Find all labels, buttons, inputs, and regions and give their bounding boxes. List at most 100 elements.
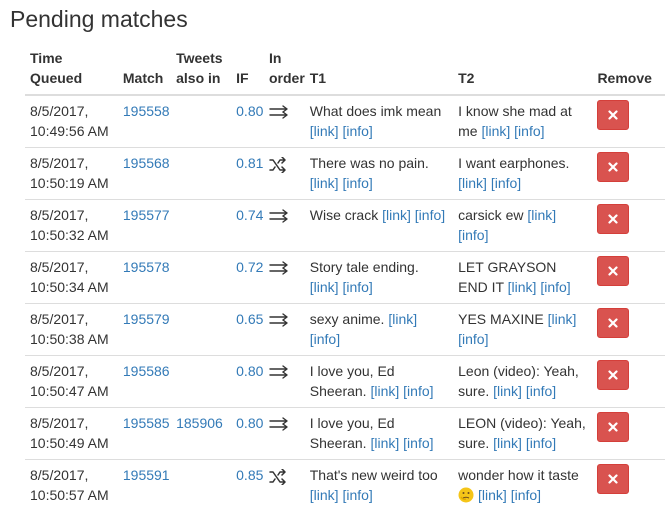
t2-info-link[interactable]: [info] [458, 227, 488, 243]
time-queued-cell: 8/5/2017, 10:50:49 AM [25, 407, 118, 460]
t2-text: wonder how it taste [458, 467, 579, 483]
match-link[interactable]: 195585 [123, 415, 170, 431]
order-icon [269, 469, 300, 485]
match-link[interactable]: 195577 [123, 207, 170, 223]
t2-cell: carsick ew [link] [info] [453, 199, 593, 252]
if-value-link[interactable]: 0.74 [236, 207, 263, 223]
t1-link[interactable]: [link] [370, 383, 399, 399]
t1-info-link[interactable]: [info] [342, 279, 372, 295]
t2-link[interactable]: [link] [478, 487, 507, 503]
remove-button[interactable] [597, 360, 630, 390]
match-link[interactable]: 195591 [123, 467, 170, 483]
t2-link[interactable]: [link] [508, 279, 537, 295]
order-icon [269, 313, 300, 327]
queued-date: 8/5/2017, [30, 311, 89, 327]
if-value-link[interactable]: 0.85 [236, 467, 263, 483]
t1-link[interactable]: [link] [370, 435, 399, 451]
t1-info-link[interactable]: [info] [310, 331, 340, 347]
header-if: IF [231, 44, 264, 96]
queued-time: 10:50:32 AM [30, 227, 109, 243]
match-link[interactable]: 195586 [123, 363, 170, 379]
t1-info-link[interactable]: [info] [403, 383, 433, 399]
t1-info-link[interactable]: [info] [342, 487, 372, 503]
also-in-link[interactable]: 185906 [176, 415, 223, 431]
t2-info-link[interactable]: [info] [511, 487, 541, 503]
t2-link[interactable]: [link] [527, 207, 556, 223]
match-link[interactable]: 195578 [123, 259, 170, 275]
order-icon [269, 365, 300, 379]
remove-button[interactable] [597, 256, 630, 286]
t2-info-link[interactable]: [info] [458, 331, 488, 347]
order-icon [269, 209, 300, 223]
remove-button[interactable] [597, 308, 630, 338]
t2-link[interactable]: [link] [548, 311, 577, 327]
queued-date: 8/5/2017, [30, 155, 89, 171]
if-cell: 0.81 [231, 147, 264, 200]
remove-button[interactable] [597, 464, 630, 494]
t2-info-link[interactable]: [info] [526, 435, 556, 451]
t2-info-link[interactable]: [info] [526, 383, 556, 399]
remove-button[interactable] [597, 412, 630, 442]
t1-info-link[interactable]: [info] [403, 435, 433, 451]
page-title: Pending matches [10, 6, 188, 32]
also-in-cell [171, 251, 232, 304]
if-value-link[interactable]: 0.65 [236, 311, 263, 327]
if-value-link[interactable]: 0.80 [236, 363, 263, 379]
if-cell: 0.74 [231, 199, 264, 252]
also-in-cell [171, 303, 232, 356]
in-order-cell [263, 407, 305, 460]
order-icon [269, 157, 300, 173]
shuffle-icon [269, 157, 286, 173]
remove-button[interactable] [597, 204, 630, 234]
t1-link[interactable]: [link] [382, 207, 411, 223]
t1-link[interactable]: [link] [310, 487, 339, 503]
header-remove: Remove [592, 44, 665, 96]
t2-info-link[interactable]: [info] [514, 123, 544, 139]
remove-cell [592, 199, 665, 252]
t2-link[interactable]: [link] [458, 175, 487, 191]
close-icon [608, 162, 619, 172]
remove-button[interactable] [597, 100, 630, 130]
match-link[interactable]: 195558 [123, 103, 170, 119]
t2-cell: wonder how it taste [link] [info] [453, 459, 593, 511]
t2-info-link[interactable]: [info] [540, 279, 570, 295]
t1-link[interactable]: [link] [310, 279, 339, 295]
match-link[interactable]: 195568 [123, 155, 170, 171]
table-row: 8/5/2017, 10:50:47 AM 195586 0.80 I love … [25, 355, 665, 408]
remove-button[interactable] [597, 152, 630, 182]
t1-text: That's new weird too [309, 467, 438, 483]
remove-cell [592, 303, 665, 356]
close-icon [608, 214, 619, 224]
match-cell: 195586 [117, 355, 172, 408]
t1-cell: Wise crack [link] [info] [304, 199, 454, 252]
table-row: 8/5/2017, 10:50:32 AM 195577 0.74 Wise cr… [25, 199, 665, 252]
time-queued-cell: 8/5/2017, 10:50:57 AM [25, 459, 118, 511]
t2-link[interactable]: [link] [493, 383, 522, 399]
t1-info-link[interactable]: [info] [342, 123, 372, 139]
t1-info-link[interactable]: [info] [342, 175, 372, 191]
match-link[interactable]: 195579 [123, 311, 170, 327]
match-cell: 195579 [117, 303, 172, 356]
t1-info-link[interactable]: [info] [415, 207, 445, 223]
t2-cell: Leon (video): Yeah, sure. [link] [info] [453, 355, 593, 408]
if-value-link[interactable]: 0.81 [236, 155, 263, 171]
if-cell: 0.80 [231, 95, 264, 148]
if-value-link[interactable]: 0.80 [236, 103, 263, 119]
t1-link[interactable]: [link] [310, 175, 339, 191]
t2-link[interactable]: [link] [493, 435, 522, 451]
if-value-link[interactable]: 0.72 [236, 259, 263, 275]
header-order-line2: order [268, 70, 305, 86]
in-order-cell [263, 303, 305, 356]
t2-info-link[interactable]: [info] [491, 175, 521, 191]
also-in-cell [171, 147, 232, 200]
header-match: Match [117, 44, 172, 96]
t2-text: LEON (video): Yeah, sure. [458, 415, 586, 451]
t2-link[interactable]: [link] [481, 123, 510, 139]
t1-link[interactable]: [link] [388, 311, 417, 327]
table-row: 8/5/2017, 10:50:38 AM 195579 0.65 sexy an… [25, 303, 665, 356]
in-order-cell [263, 355, 305, 408]
if-value-link[interactable]: 0.80 [236, 415, 263, 431]
t1-link[interactable]: [link] [310, 123, 339, 139]
time-queued-cell: 8/5/2017, 10:50:32 AM [25, 199, 118, 252]
header-tweets-also-in: Tweets also in [171, 44, 232, 96]
